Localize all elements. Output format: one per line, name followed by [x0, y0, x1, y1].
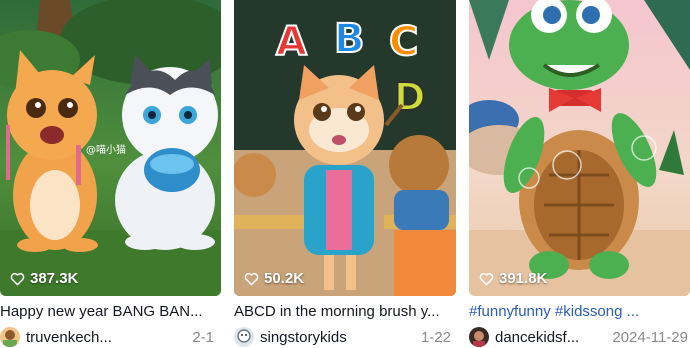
heart-outline-icon	[244, 272, 259, 285]
like-count-text: 391.8K	[499, 270, 548, 287]
heart-outline-icon	[10, 272, 25, 285]
thumbnail-image: A B C D	[234, 0, 456, 296]
thumbnail-watermark: @喵小猫	[86, 143, 126, 156]
letter-b: B	[334, 16, 365, 62]
post-date: 2-1	[192, 328, 214, 346]
author-name[interactable]: singstorykids	[260, 329, 347, 346]
letter-a: A	[276, 19, 307, 65]
post-date: 1-22	[420, 328, 451, 346]
letter-d: D	[394, 75, 426, 119]
video-thumbnail[interactable]: @喵小猫 387.3K	[0, 0, 221, 296]
video-title[interactable]: #funnyfunny #kidssong ...	[469, 303, 690, 320]
avatar[interactable]	[234, 327, 254, 347]
author-name[interactable]: dancekidsf...	[495, 329, 579, 346]
thumbnail-image	[469, 0, 690, 296]
video-title[interactable]: Happy new year BANG BAN...	[0, 303, 221, 320]
thumbnail-image: @喵小猫	[0, 0, 221, 296]
video-thumbnail[interactable]: 391.8K	[469, 0, 690, 296]
author-name[interactable]: truvenkech...	[26, 329, 112, 346]
like-count: 391.8K	[479, 270, 547, 287]
like-count-text: 50.2K	[264, 270, 305, 287]
avatar[interactable]	[469, 327, 489, 347]
like-count: 387.3K	[10, 270, 78, 287]
heart-outline-icon	[479, 272, 494, 285]
avatar[interactable]	[0, 327, 20, 347]
like-count-text: 387.3K	[30, 270, 79, 287]
letter-c: C	[389, 19, 418, 65]
video-title[interactable]: ABCD in the morning brush y...	[234, 303, 456, 320]
post-date: 2024-11-29	[612, 328, 688, 346]
video-thumbnail[interactable]: A B C D 50.2K	[234, 0, 456, 296]
like-count: 50.2K	[244, 270, 304, 287]
